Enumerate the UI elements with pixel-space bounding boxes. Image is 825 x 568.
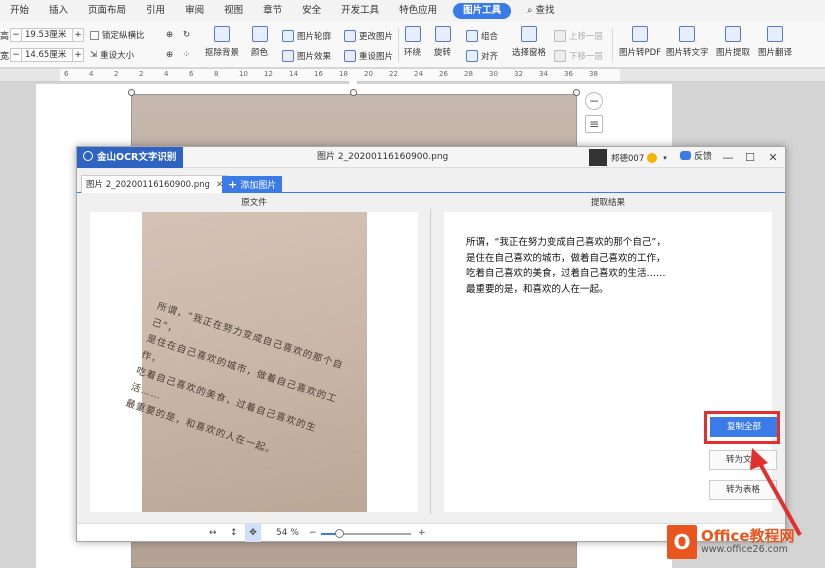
watermark-url: www.office26.com [701, 544, 788, 555]
annotation-arrow [750, 448, 802, 536]
watermark-name: Office教程网 [701, 527, 795, 545]
office-logo-icon: O [667, 524, 697, 559]
watermark: O Office教程网 www.office26.com [667, 515, 825, 568]
arrow-head [750, 448, 768, 470]
